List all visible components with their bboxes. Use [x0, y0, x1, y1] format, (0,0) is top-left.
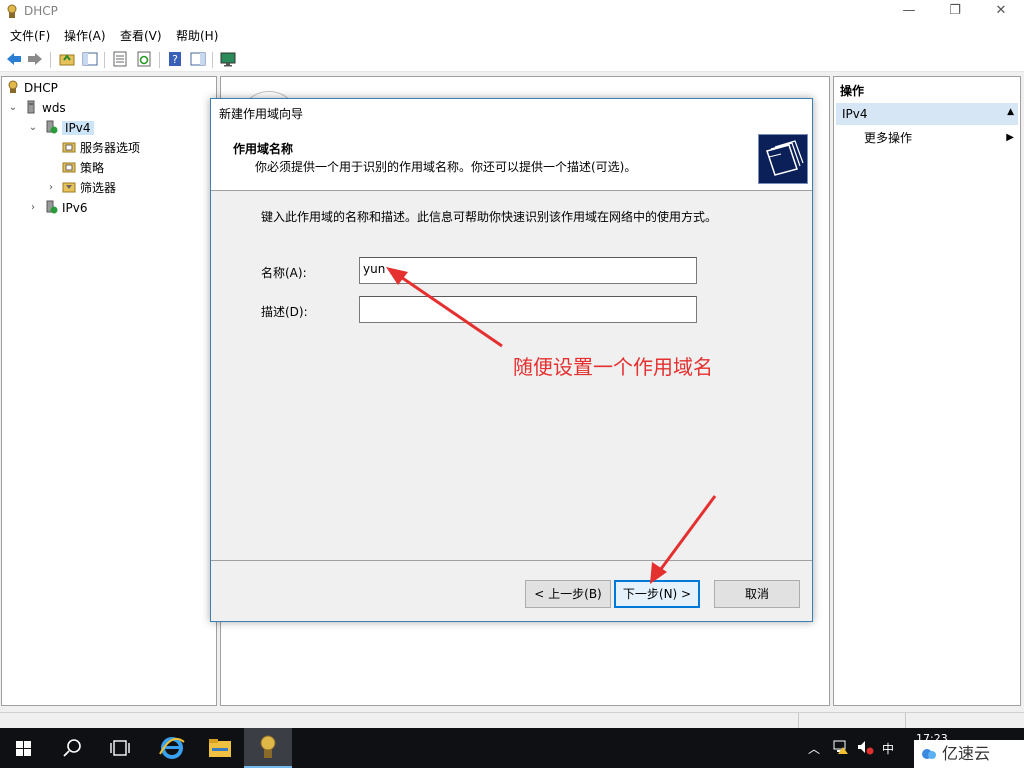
taskbar-file-explorer[interactable] — [196, 728, 244, 768]
taskbar: ︿ 中 17:23 20 — [0, 728, 1024, 768]
cancel-button[interactable]: 取消 — [714, 580, 800, 608]
expand-chevron-icon[interactable]: › — [28, 199, 38, 217]
back-arrow-icon[interactable] — [5, 50, 23, 68]
actions-pane: 操作 IPv4 ▲ 更多操作 ▶ — [833, 76, 1021, 706]
task-view-button[interactable] — [96, 728, 144, 768]
back-button[interactable]: < 上一步(B) — [525, 580, 611, 608]
forward-arrow-icon[interactable] — [26, 50, 44, 68]
description-label: 描述(D): — [261, 305, 308, 319]
restore-button[interactable]: ❐ — [932, 0, 978, 23]
tree-item-label: 服务器选项 — [80, 141, 141, 155]
menu-view[interactable]: 查看(V) — [120, 27, 162, 44]
search-icon — [63, 739, 81, 757]
ime-indicator[interactable]: 中 — [882, 740, 894, 757]
taskbar-internet-explorer[interactable] — [148, 728, 196, 768]
annotation-text: 随便设置一个作用域名 — [513, 355, 713, 379]
tree-item-server-options[interactable]: 服务器选项 — [62, 139, 140, 157]
ipv6-scope-icon — [46, 200, 58, 214]
tree-item-ipv4[interactable]: IPv4 — [44, 119, 94, 137]
watermark-text: 亿速云 — [942, 744, 991, 763]
ipv4-scope-icon — [46, 120, 58, 134]
policies-icon — [62, 162, 76, 173]
up-folder-icon[interactable] — [58, 50, 76, 68]
tree-item-label: IPv4 — [62, 121, 94, 135]
more-actions-item[interactable]: 更多操作 — [864, 129, 912, 147]
new-scope-wizard-dialog: 新建作用域向导 作用域名称 你必须提供一个用于识别的作用域名称。你还可以提供一个… — [210, 98, 813, 622]
scope-description-input[interactable] — [359, 296, 697, 323]
console-tree: DHCP ⌄ wds ⌄ IPv4 服务器选项 策略 › 筛选器 › IPv6 — [1, 76, 217, 706]
folder-icon — [209, 739, 231, 757]
tree-item-dhcp[interactable]: DHCP — [6, 79, 58, 97]
wizard-folders-icon — [758, 134, 808, 184]
tree-item-label: DHCP — [24, 81, 58, 95]
cloud-logo-icon — [922, 749, 936, 759]
volume-muted-icon[interactable] — [856, 739, 874, 755]
monitor-icon[interactable] — [219, 50, 237, 68]
show-hidden-icons-chevron[interactable]: ︿ — [808, 740, 820, 757]
tree-item-label: wds — [42, 101, 66, 115]
next-button[interactable]: 下一步(N) > — [614, 580, 700, 608]
filters-icon — [62, 182, 76, 193]
help-icon[interactable]: ? — [166, 50, 184, 68]
scope-name-input[interactable]: yun — [359, 257, 697, 284]
actions-header: 操作 — [840, 84, 865, 98]
title-bar: DHCP — ❐ ✕ — [0, 0, 1024, 23]
dialog-title: 新建作用域向导 — [211, 99, 812, 129]
collapse-chevron-icon[interactable]: ⌄ — [28, 119, 38, 137]
dhcp-taskbar-icon — [260, 735, 276, 758]
tree-item-label: IPv6 — [62, 201, 88, 215]
status-bar — [0, 712, 1024, 729]
tree-item-filters[interactable]: 筛选器 — [62, 179, 116, 197]
tree-item-label: 筛选器 — [80, 181, 117, 195]
taskbar-dhcp[interactable] — [244, 728, 292, 768]
name-label: 名称(A): — [261, 266, 307, 280]
footer-divider — [211, 560, 812, 561]
refresh-icon[interactable] — [135, 50, 153, 68]
show-hide-tree-icon[interactable] — [81, 50, 99, 68]
wizard-heading-description: 你必须提供一个用于识别的作用域名称。你还可以提供一个描述(可选)。 — [255, 160, 637, 174]
start-button[interactable] — [0, 728, 48, 768]
menu-bar: 文件(F) 操作(A) 查看(V) 帮助(H) — [0, 24, 1024, 44]
wizard-header: 作用域名称 你必须提供一个用于识别的作用域名称。你还可以提供一个描述(可选)。 — [211, 129, 812, 191]
show-action-pane-icon[interactable] — [189, 50, 207, 68]
tree-item-wds[interactable]: wds — [24, 99, 66, 117]
server-options-icon — [62, 142, 76, 153]
submenu-arrow-icon: ▶ — [1006, 132, 1014, 143]
collapse-chevron-icon[interactable]: ⌄ — [8, 99, 18, 117]
menu-help[interactable]: 帮助(H) — [176, 27, 218, 44]
watermark-logo: 亿速云 — [914, 740, 1024, 768]
task-view-icon — [110, 740, 130, 756]
properties-icon[interactable] — [111, 50, 129, 68]
tree-item-label: 策略 — [80, 161, 105, 175]
minimize-button[interactable]: — — [886, 0, 932, 23]
collapse-triangle-icon[interactable]: ▲ — [1007, 107, 1014, 117]
windows-logo-icon — [16, 741, 31, 756]
menu-action[interactable]: 操作(A) — [64, 27, 106, 44]
tree-item-policies[interactable]: 策略 — [62, 159, 104, 177]
expand-chevron-icon[interactable]: › — [46, 179, 56, 197]
toolbar: ? — [0, 46, 1024, 72]
window-title: DHCP — [24, 4, 58, 18]
svg-text:?: ? — [172, 53, 178, 66]
actions-section-ipv4[interactable]: IPv4 — [836, 103, 1018, 125]
server-icon — [27, 100, 35, 114]
wizard-instruction: 键入此作用域的名称和描述。此信息可帮助你快速识别该作用域在网络中的使用方式。 — [261, 210, 718, 224]
close-button[interactable]: ✕ — [978, 0, 1024, 23]
dhcp-app-icon — [7, 4, 17, 18]
dhcp-icon — [8, 80, 18, 93]
search-button[interactable] — [48, 728, 96, 768]
tree-item-ipv6[interactable]: IPv6 — [44, 199, 88, 217]
wizard-heading: 作用域名称 — [233, 142, 294, 156]
menu-file[interactable]: 文件(F) — [10, 27, 50, 44]
network-warning-icon[interactable] — [832, 739, 850, 755]
internet-explorer-icon — [159, 737, 185, 759]
